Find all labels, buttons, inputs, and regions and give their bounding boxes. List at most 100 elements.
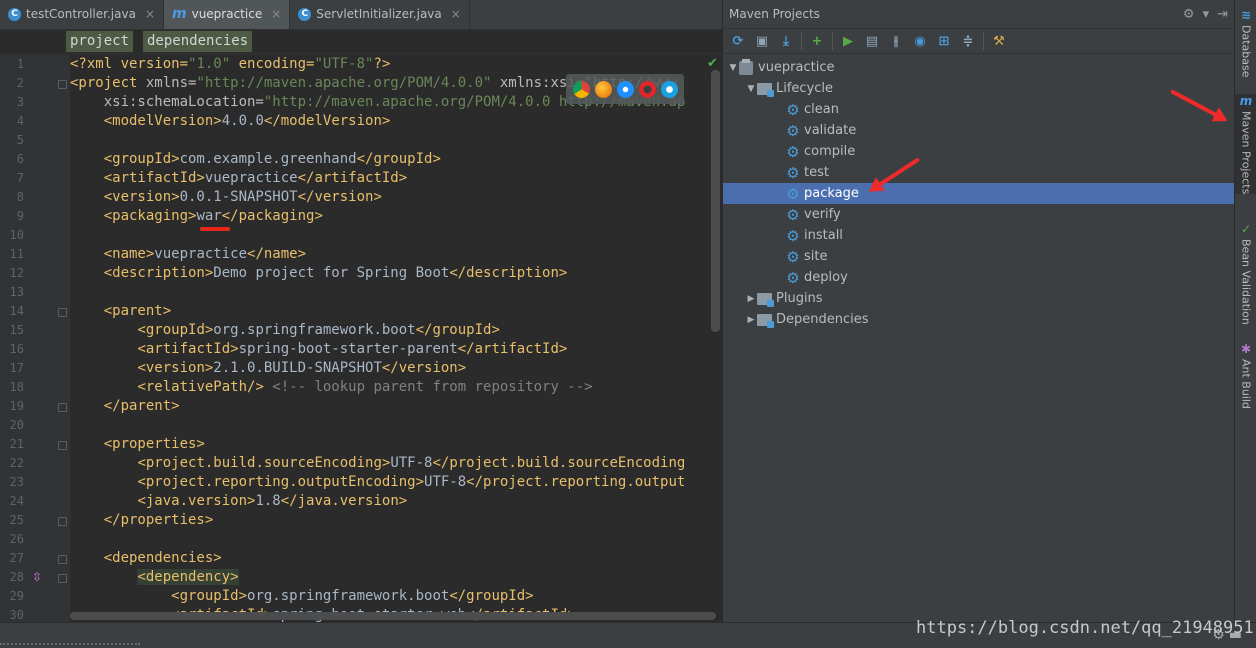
tree-item-plugins[interactable]: ▶ Plugins	[723, 288, 1235, 309]
gear-icon: ⚙	[786, 247, 800, 266]
breadcrumb-dependencies[interactable]: dependencies	[143, 31, 253, 52]
tree-item-label: site	[804, 249, 828, 264]
close-icon[interactable]: ×	[145, 7, 155, 21]
tab-testcontroller[interactable]: C testController.java ×	[0, 0, 164, 29]
line-number: 4	[16, 114, 24, 128]
line-number: 25	[9, 513, 24, 527]
tool-tab-maven-projects[interactable]: m Maven Projects	[1235, 94, 1256, 195]
toolbar-divider	[983, 32, 984, 50]
code-editor[interactable]: <?xml version="1.0" encoding="UTF-8"?> <…	[70, 55, 710, 622]
toggle-offline-icon[interactable]: ⫲	[887, 32, 905, 50]
settings-wrench-icon[interactable]: ⚒	[990, 32, 1008, 50]
tree-item-project[interactable]: ▼ vuepractice	[723, 57, 1235, 78]
vertical-scrollbar[interactable]	[711, 70, 720, 332]
safari-icon[interactable]	[616, 80, 634, 98]
tree-item-goal-site[interactable]: ⚙ site	[723, 246, 1235, 267]
execute-goal-icon[interactable]: ▤	[863, 32, 881, 50]
tree-item-label: Lifecycle	[776, 81, 834, 96]
fold-marker-icon[interactable]	[58, 80, 67, 89]
tab-label: vuepractice	[191, 7, 263, 21]
close-icon[interactable]: ×	[271, 7, 281, 21]
line-number: 5	[16, 133, 24, 147]
red-underline-annotation	[200, 227, 230, 231]
gear-icon[interactable]: ⚙	[1183, 7, 1195, 22]
chevron-down-icon[interactable]: ▾	[1203, 7, 1210, 22]
gear-icon: ⚙	[786, 142, 800, 161]
collapse-all-icon[interactable]: ≑	[959, 32, 977, 50]
horizontal-scrollbar[interactable]	[70, 612, 716, 620]
watermark-text: https://blog.csdn.net/qq_21948951	[916, 618, 1254, 638]
reimport-icon[interactable]: ⟳	[729, 32, 747, 50]
line-number: 2	[16, 76, 24, 90]
line-number: 21	[9, 437, 24, 451]
firefox-icon[interactable]	[594, 80, 612, 98]
download-icon[interactable]: ⤓	[777, 32, 795, 50]
close-icon[interactable]: ×	[451, 7, 461, 21]
line-number: 15	[9, 323, 24, 337]
code-line: <version>2.1.0.BUILD-SNAPSHOT</version>	[137, 360, 467, 376]
tree-item-goal-verify[interactable]: ⚙ verify	[723, 204, 1235, 225]
tree-item-goal-test[interactable]: ⚙ test	[723, 162, 1235, 183]
fold-marker-icon[interactable]	[58, 308, 67, 317]
tree-item-lifecycle[interactable]: ▼ Lifecycle	[723, 78, 1235, 99]
tree-item-goal-validate[interactable]: ⚙ validate	[723, 120, 1235, 141]
show-dependencies-icon[interactable]: ⊞	[935, 32, 953, 50]
internet-explorer-icon[interactable]	[660, 80, 678, 98]
fold-marker-icon[interactable]	[58, 555, 67, 564]
code-line: <version>0.0.1-SNAPSHOT</version>	[103, 189, 382, 205]
code-line: <artifactId>vuepractice</artifactId>	[103, 170, 408, 186]
line-number: 29	[9, 589, 24, 603]
tool-tab-bean-validation[interactable]: ✓ Bean Validation	[1235, 222, 1256, 325]
tree-item-goal-deploy[interactable]: ⚙ deploy	[723, 267, 1235, 288]
expand-arrow-icon[interactable]: ▼	[727, 63, 739, 73]
expand-arrow-icon[interactable]: ▶	[745, 315, 757, 325]
tab-label: ServletInitializer.java	[316, 7, 442, 21]
tree-item-label: vuepractice	[758, 60, 835, 75]
gear-icon: ⚙	[786, 100, 800, 119]
line-number: 24	[9, 494, 24, 508]
skip-tests-icon[interactable]: ◉	[911, 32, 929, 50]
gear-icon: ⚙	[786, 163, 800, 182]
maven-project-icon	[739, 58, 753, 75]
tab-vuepractice[interactable]: m vuepractice ×	[164, 0, 291, 29]
tool-tab-ant-build[interactable]: ✱ Ant Build	[1235, 342, 1256, 409]
line-number: 19	[9, 399, 24, 413]
opera-icon[interactable]	[638, 80, 656, 98]
tool-tab-database[interactable]: ≋ Database	[1235, 8, 1256, 78]
line-number: 18	[9, 380, 24, 394]
code-line: <groupId>org.springframework.boot</group…	[171, 588, 534, 604]
tab-servletinitializer[interactable]: C ServletInitializer.java ×	[290, 0, 470, 29]
code-line: <java.version>1.8</java.version>	[137, 493, 408, 509]
fold-marker-icon[interactable]	[58, 574, 67, 583]
fold-marker-icon[interactable]	[58, 441, 67, 450]
chrome-icon[interactable]	[572, 80, 590, 98]
line-number: 26	[9, 532, 24, 546]
tree-item-label: package	[804, 186, 859, 201]
panel-title: Maven Projects	[729, 7, 820, 21]
line-number-gutter[interactable]: 1 2 3 4 5 6 7 8 9 10 11 12 13 14 15 16 1…	[0, 55, 70, 622]
tab-label: testController.java	[26, 7, 136, 21]
toolbar-divider	[801, 32, 802, 50]
hide-panel-icon[interactable]: ⇥	[1217, 7, 1228, 22]
run-icon[interactable]: ▶	[839, 32, 857, 50]
tree-item-dependencies[interactable]: ▶ Dependencies	[723, 309, 1235, 330]
status-indicator	[0, 643, 140, 646]
tree-item-label: verify	[804, 207, 841, 222]
code-line: <?xml version="1.0" encoding="UTF-8"?>	[70, 56, 391, 72]
line-number: 22	[9, 456, 24, 470]
generate-sources-icon[interactable]: ▣	[753, 32, 771, 50]
expand-arrow-icon[interactable]: ▼	[745, 84, 757, 94]
run-gutter-icon[interactable]: ⇳	[32, 570, 42, 584]
tree-item-goal-clean[interactable]: ⚙ clean	[723, 99, 1235, 120]
folder-icon	[757, 82, 774, 97]
tree-item-goal-compile[interactable]: ⚙ compile	[723, 141, 1235, 162]
expand-arrow-icon[interactable]: ▶	[745, 294, 757, 304]
breadcrumb-project[interactable]: project	[66, 31, 134, 52]
fold-marker-icon[interactable]	[58, 517, 67, 526]
gear-icon: ⚙	[786, 184, 800, 203]
code-line: </parent>	[103, 398, 180, 414]
tree-item-goal-package[interactable]: ⚙ package	[723, 183, 1235, 204]
tree-item-goal-install[interactable]: ⚙ install	[723, 225, 1235, 246]
fold-marker-icon[interactable]	[58, 403, 67, 412]
add-icon[interactable]: +	[808, 32, 826, 50]
